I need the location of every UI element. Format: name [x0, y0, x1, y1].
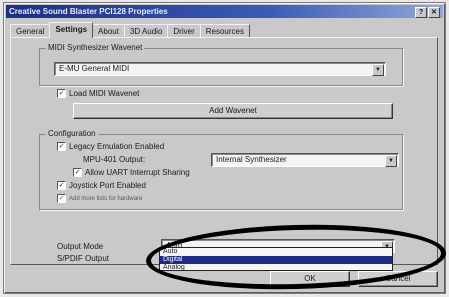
midi-synth-select[interactable]: E-MU General MIDI ▼ — [54, 62, 386, 76]
tab-general[interactable]: General — [10, 24, 51, 38]
tab-resources[interactable]: Resources — [199, 24, 250, 38]
tab-settings[interactable]: Settings — [49, 22, 94, 38]
uart-sharing-label: Allow UART Interrupt Sharing — [85, 168, 190, 177]
add-wavenet-button[interactable]: Add Wavenet — [73, 103, 393, 119]
window-title: Creative Sound Blaster PCI128 Properties — [9, 7, 168, 16]
midi-synth-value: E-MU General MIDI — [59, 64, 130, 73]
checkbox-icon[interactable]: ✓ — [57, 181, 66, 190]
configuration-group-label: Configuration — [46, 129, 98, 138]
spdif-output-label: S/PDIF Output — [57, 254, 110, 263]
checkbox-icon[interactable]: ✓ — [57, 89, 66, 98]
joystick-port-label: Joystick Port Enabled — [69, 181, 146, 190]
title-bar: Creative Sound Blaster PCI128 Properties… — [6, 5, 443, 18]
extra-option-checkbox[interactable]: ✓ Add more lists for hardware — [57, 194, 142, 203]
close-icon[interactable]: ✕ — [428, 7, 440, 18]
tab-strip: General Settings About 3D Audio Driver R… — [10, 22, 250, 38]
joystick-port-checkbox[interactable]: ✓ Joystick Port Enabled — [57, 181, 146, 190]
legacy-emulation-label: Legacy Emulation Enabled — [69, 142, 165, 151]
tab-3d-audio[interactable]: 3D Audio — [123, 24, 169, 38]
help-icon[interactable]: ? — [415, 7, 427, 18]
legacy-emulation-checkbox[interactable]: ✓ Legacy Emulation Enabled — [57, 142, 164, 151]
load-midi-checkbox[interactable]: ✓ Load MIDI Wavenet — [57, 89, 139, 98]
chevron-down-icon[interactable]: ▼ — [372, 64, 384, 76]
extra-option-label: Add more lists for hardware — [69, 195, 143, 202]
checkbox-icon[interactable]: ✓ — [57, 194, 66, 203]
tab-about[interactable]: About — [92, 24, 125, 38]
chevron-down-icon[interactable]: ▼ — [385, 155, 397, 167]
load-midi-label: Load MIDI Wavenet — [69, 89, 140, 98]
tab-driver[interactable]: Driver — [167, 24, 201, 38]
mpu-output-label: MPU-401 Output: — [83, 155, 146, 164]
mpu-output-select[interactable]: Internal Synthesizer ▼ — [211, 153, 399, 167]
uart-sharing-checkbox[interactable]: ✓ Allow UART Interrupt Sharing — [73, 168, 190, 177]
midi-group-label: MIDI Synthesizer Wavenet — [46, 43, 145, 52]
midi-group: MIDI Synthesizer Wavenet E-MU General MI… — [39, 43, 403, 86]
checkbox-icon[interactable]: ✓ — [73, 168, 82, 177]
output-mode-label: Output Mode — [57, 242, 104, 251]
mpu-output-value: Internal Synthesizer — [216, 155, 287, 164]
checkbox-icon[interactable]: ✓ — [57, 142, 66, 151]
